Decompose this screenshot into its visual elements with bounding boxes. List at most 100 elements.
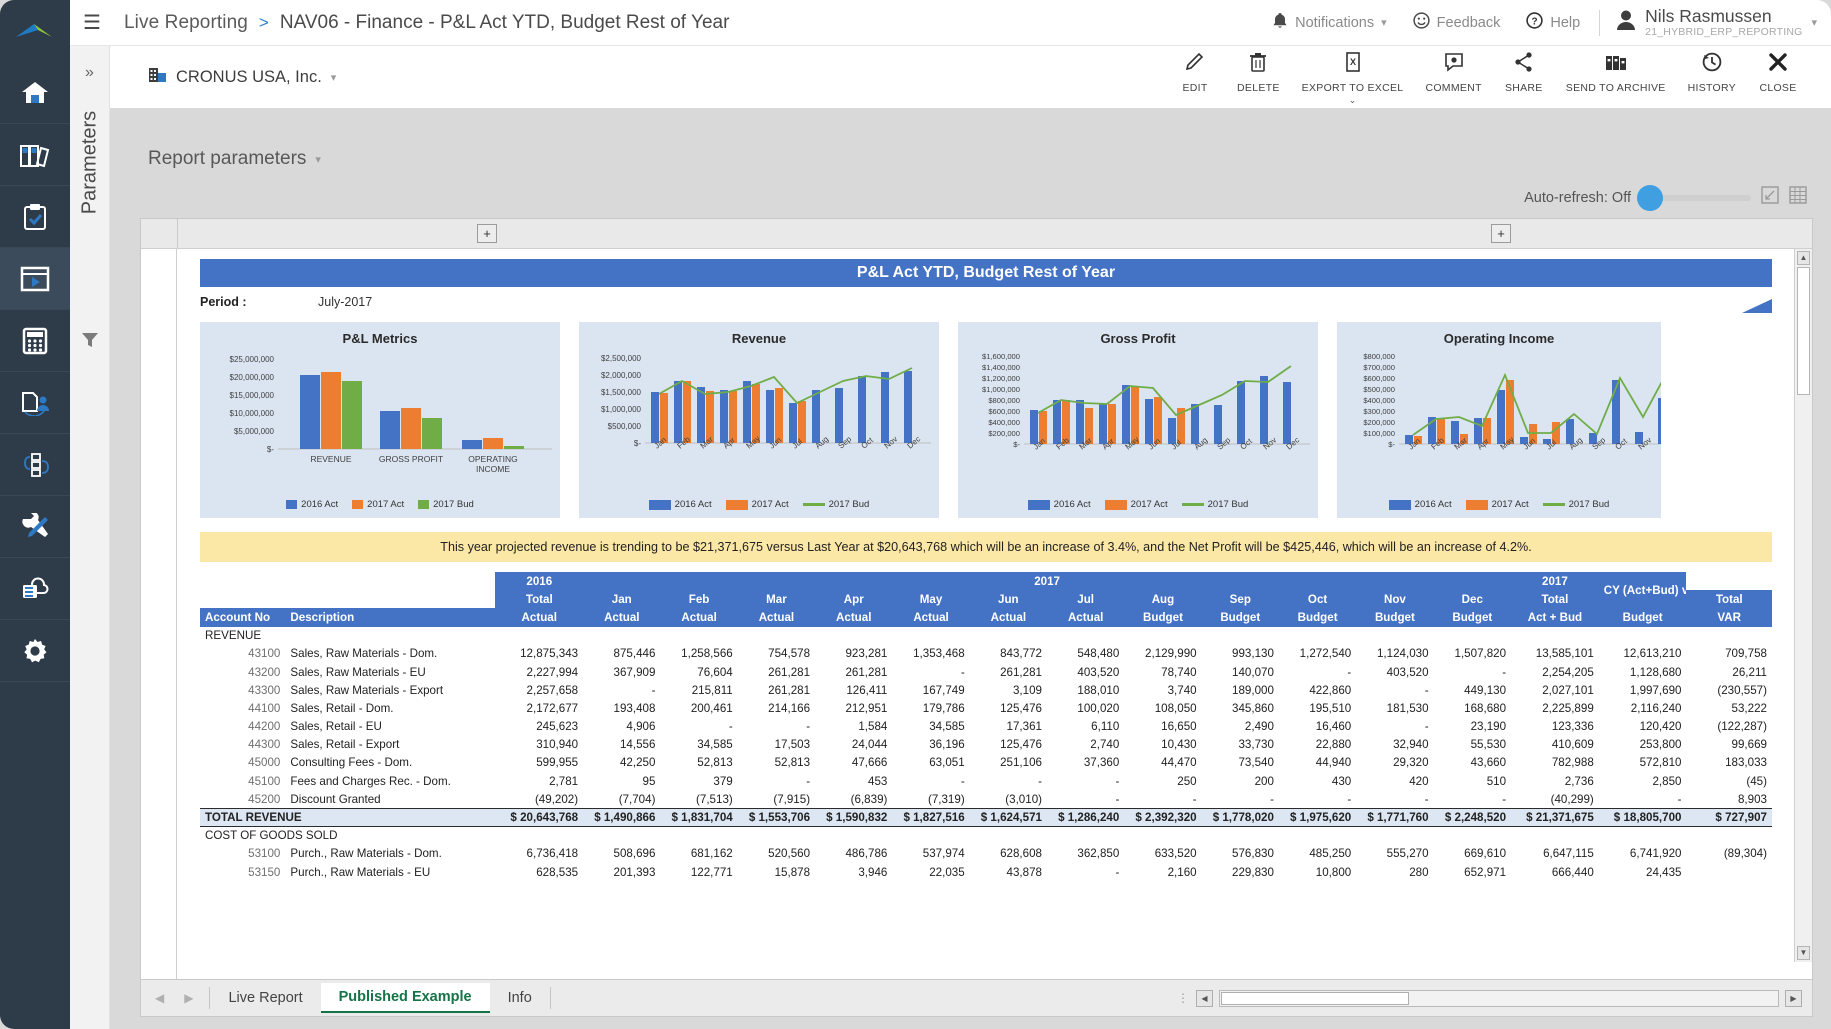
cell-value: 537,974	[892, 845, 969, 863]
sidebar-item-tools[interactable]	[0, 496, 70, 558]
table-row[interactable]: 43200Sales, Raw Materials - EU2,227,9943…	[200, 663, 1772, 681]
fullscreen-icon[interactable]	[1761, 186, 1779, 209]
cell-description: Discount Granted	[285, 790, 495, 808]
scroll-right-button[interactable]: ▶	[1785, 990, 1802, 1007]
horizontal-scroll-thumb[interactable]	[1221, 992, 1409, 1005]
cell-value: 37,360	[1047, 754, 1124, 772]
svg-text:$800,000: $800,000	[988, 396, 1020, 405]
edit-button[interactable]: EDIT	[1164, 51, 1226, 94]
export-chevron-down-icon[interactable]: ⌄	[1349, 98, 1357, 103]
feedback-button[interactable]: Feedback	[1400, 12, 1514, 33]
tab-published-example[interactable]: Published Example	[321, 983, 490, 1013]
send-to-archive-button[interactable]: SEND TO ARCHIVE	[1555, 51, 1677, 94]
sidebar-item-settings[interactable]	[0, 620, 70, 682]
legend-label: 2017 Bud	[1208, 499, 1249, 510]
sidebar-item-calculator[interactable]	[0, 310, 70, 372]
report-parameters-toggle[interactable]: Report parameters ▾	[148, 148, 321, 170]
table-row[interactable]: 43100Sales, Raw Materials - Dom.12,875,3…	[200, 645, 1772, 663]
report-parameters-chevron-down-icon[interactable]: ▾	[315, 153, 321, 166]
sidebar-item-workflow[interactable]	[0, 434, 70, 496]
hamburger-icon[interactable]: ☰	[70, 10, 114, 35]
vertical-scrollbar[interactable]: ▲ ▼	[1794, 249, 1812, 962]
sidebar-item-tasks[interactable]	[0, 186, 70, 248]
parameters-label[interactable]: Parameters	[78, 111, 101, 214]
user-menu[interactable]: Nils Rasmussen 21_HYBRID_ERP_REPORTING ▾	[1606, 7, 1817, 37]
table-row[interactable]: 45000Consulting Fees - Dom.599,95542,250…	[200, 754, 1772, 772]
cell-value: 229,830	[1202, 863, 1279, 881]
table-row[interactable]: 45200Discount Granted(49,202)(7,704)(7,5…	[200, 790, 1772, 808]
sidebar-item-home[interactable]	[0, 62, 70, 124]
history-label: HISTORY	[1688, 82, 1736, 94]
table-row[interactable]: 44200Sales, Retail - EU245,6234,906--1,5…	[200, 718, 1772, 736]
table-row[interactable]: 44100Sales, Retail - Dom.2,172,677193,40…	[200, 699, 1772, 717]
financial-table: 2016 2017 2017 CY (Act+Bud) v Total Jan	[200, 572, 1772, 881]
filter-icon[interactable]	[81, 331, 99, 354]
table-row[interactable]: 53100Purch., Raw Materials - Dom.6,736,4…	[200, 845, 1772, 863]
cell-value: 10,430	[1124, 736, 1201, 754]
cell-value: -	[1599, 790, 1687, 808]
breadcrumb-root[interactable]: Live Reporting	[124, 12, 248, 34]
cell-value: 261,281	[970, 663, 1047, 681]
svg-text:$500,000: $500,000	[1363, 385, 1395, 394]
next-sheet-icon[interactable]: ▶	[184, 991, 193, 1005]
sidebar-item-data-cloud[interactable]	[0, 558, 70, 620]
cell-value: 179,786	[892, 699, 969, 717]
close-button[interactable]: CLOSE	[1747, 51, 1809, 94]
chart-operating-income: Operating Income $800,000$700,000 $600,0…	[1337, 322, 1661, 518]
comment-button[interactable]: COMMENT	[1414, 51, 1492, 94]
auto-refresh-slider[interactable]	[1641, 195, 1751, 201]
scroll-left-button[interactable]: ◀	[1196, 990, 1213, 1007]
breadcrumb-separator: >	[259, 13, 269, 33]
previous-sheet-icon[interactable]: ◀	[155, 991, 164, 1005]
cell-value: 251,106	[970, 754, 1047, 772]
expand-columns-button-right[interactable]: +	[1491, 224, 1511, 243]
breadcrumb: Live Reporting > NAV06 - Finance - P&L A…	[114, 12, 729, 34]
chart-revenue: Revenue $2,500,000$2,000,000 $1,500,000$…	[579, 322, 939, 518]
legend-item: 2017 Act	[726, 499, 789, 510]
scroll-grip-icon[interactable]: ⋮	[1177, 991, 1190, 1005]
period-value: July-2017	[318, 295, 372, 309]
table-row[interactable]: 44300Sales, Retail - Export310,94014,556…	[200, 736, 1772, 754]
cell-value: 1,258,566	[660, 645, 737, 663]
cell-value: -	[892, 663, 969, 681]
horizontal-scrollbar[interactable]	[1219, 990, 1779, 1007]
company-chevron-down-icon[interactable]: ▾	[331, 71, 337, 84]
chart-plot-area: $1,600,000$1,400,000 $1,200,000$1,000,00…	[958, 350, 1318, 484]
help-button[interactable]: ? Help	[1513, 12, 1593, 33]
table-row[interactable]: 43300Sales, Raw Materials - Export2,257,…	[200, 681, 1772, 699]
cell-value: -	[1279, 663, 1356, 681]
header-nov: Nov	[1356, 590, 1433, 608]
cell-value: 449,130	[1434, 681, 1512, 699]
expand-columns-button-left[interactable]: +	[477, 224, 497, 243]
export-to-excel-button[interactable]: X EXPORT TO EXCEL ⌄	[1291, 51, 1415, 103]
cell-value: -	[1047, 790, 1124, 808]
cell-value	[1686, 863, 1772, 881]
grid-view-icon[interactable]	[1789, 186, 1807, 209]
cell-value: 1,128,680	[1599, 663, 1687, 681]
tab-info[interactable]: Info	[490, 983, 550, 1013]
total-value: $ 20,643,768	[495, 808, 583, 826]
tab-live-report[interactable]: Live Report	[210, 983, 320, 1013]
expand-parameters-icon[interactable]: »	[85, 64, 94, 82]
cell-value: 55,530	[1434, 736, 1512, 754]
scroll-up-button[interactable]: ▲	[1797, 251, 1810, 265]
sidebar-item-live-reporting[interactable]	[0, 248, 70, 310]
report-title: P&L Act YTD, Budget Rest of Year	[857, 264, 1115, 282]
history-button[interactable]: HISTORY	[1677, 51, 1747, 94]
company-selector[interactable]: CRONUS USA, Inc. ▾	[148, 66, 336, 88]
notifications-button[interactable]: Notifications ▾	[1259, 12, 1400, 34]
cell-value: 1,272,540	[1279, 645, 1356, 663]
table-row[interactable]: 53150Purch., Raw Materials - EU628,53520…	[200, 863, 1772, 881]
share-button[interactable]: SHARE	[1493, 51, 1555, 94]
table-row[interactable]: 45100Fees and Charges Rec. - Dom.2,78195…	[200, 772, 1772, 790]
slider-knob[interactable]	[1637, 185, 1663, 211]
svg-text:$25,000,000: $25,000,000	[230, 355, 275, 364]
sidebar-item-library[interactable]	[0, 124, 70, 186]
user-chevron-down-icon[interactable]: ▾	[1811, 16, 1817, 29]
sheet-top-bar: + +	[141, 219, 1812, 249]
sidebar-item-user-documents[interactable]	[0, 372, 70, 434]
parameters-rail: » Parameters	[70, 46, 110, 1029]
vertical-scroll-thumb[interactable]	[1797, 267, 1810, 395]
delete-button[interactable]: DELETE	[1226, 51, 1291, 94]
scroll-down-button[interactable]: ▼	[1797, 946, 1810, 960]
